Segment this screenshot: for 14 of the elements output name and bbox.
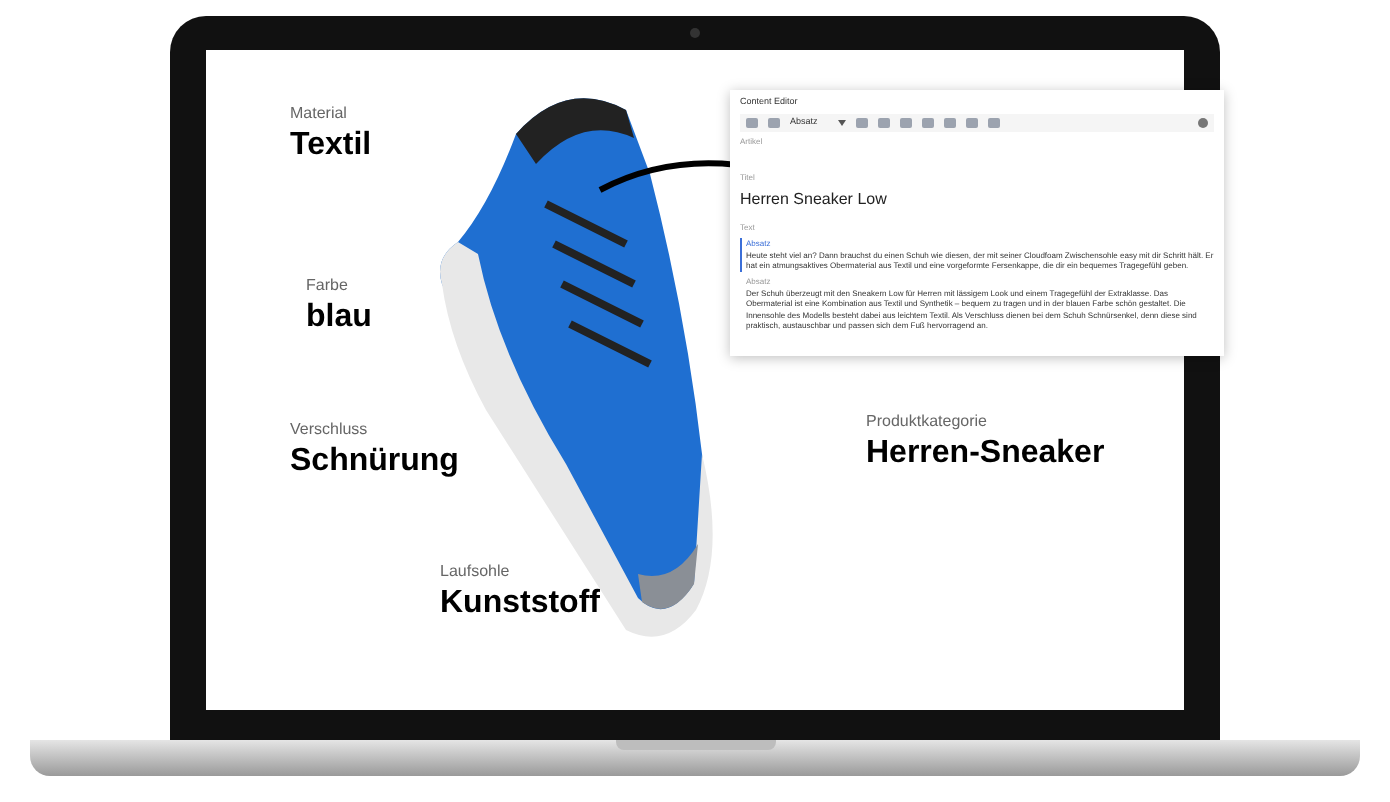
caret-icon bbox=[838, 119, 846, 126]
feature-value: Textil bbox=[290, 126, 372, 166]
paragraph-block[interactable] bbox=[740, 237, 1214, 272]
feature-label: Verschluss bbox=[290, 418, 370, 442]
feature-value: Herren-Sneaker bbox=[866, 434, 1105, 474]
title-field[interactable]: Herren Sneaker Low bbox=[740, 187, 1214, 212]
feature-value: Schnürung bbox=[290, 442, 459, 482]
feature-label: Farbe bbox=[306, 274, 350, 298]
feature-label: Laufsohle bbox=[440, 560, 512, 584]
feature-value: Kunststoff bbox=[440, 584, 600, 624]
feature-label: Produktkategorie bbox=[866, 410, 989, 434]
feature-value: blau bbox=[306, 298, 372, 338]
feature-label: Material bbox=[290, 102, 349, 126]
camera-icon bbox=[690, 28, 700, 38]
